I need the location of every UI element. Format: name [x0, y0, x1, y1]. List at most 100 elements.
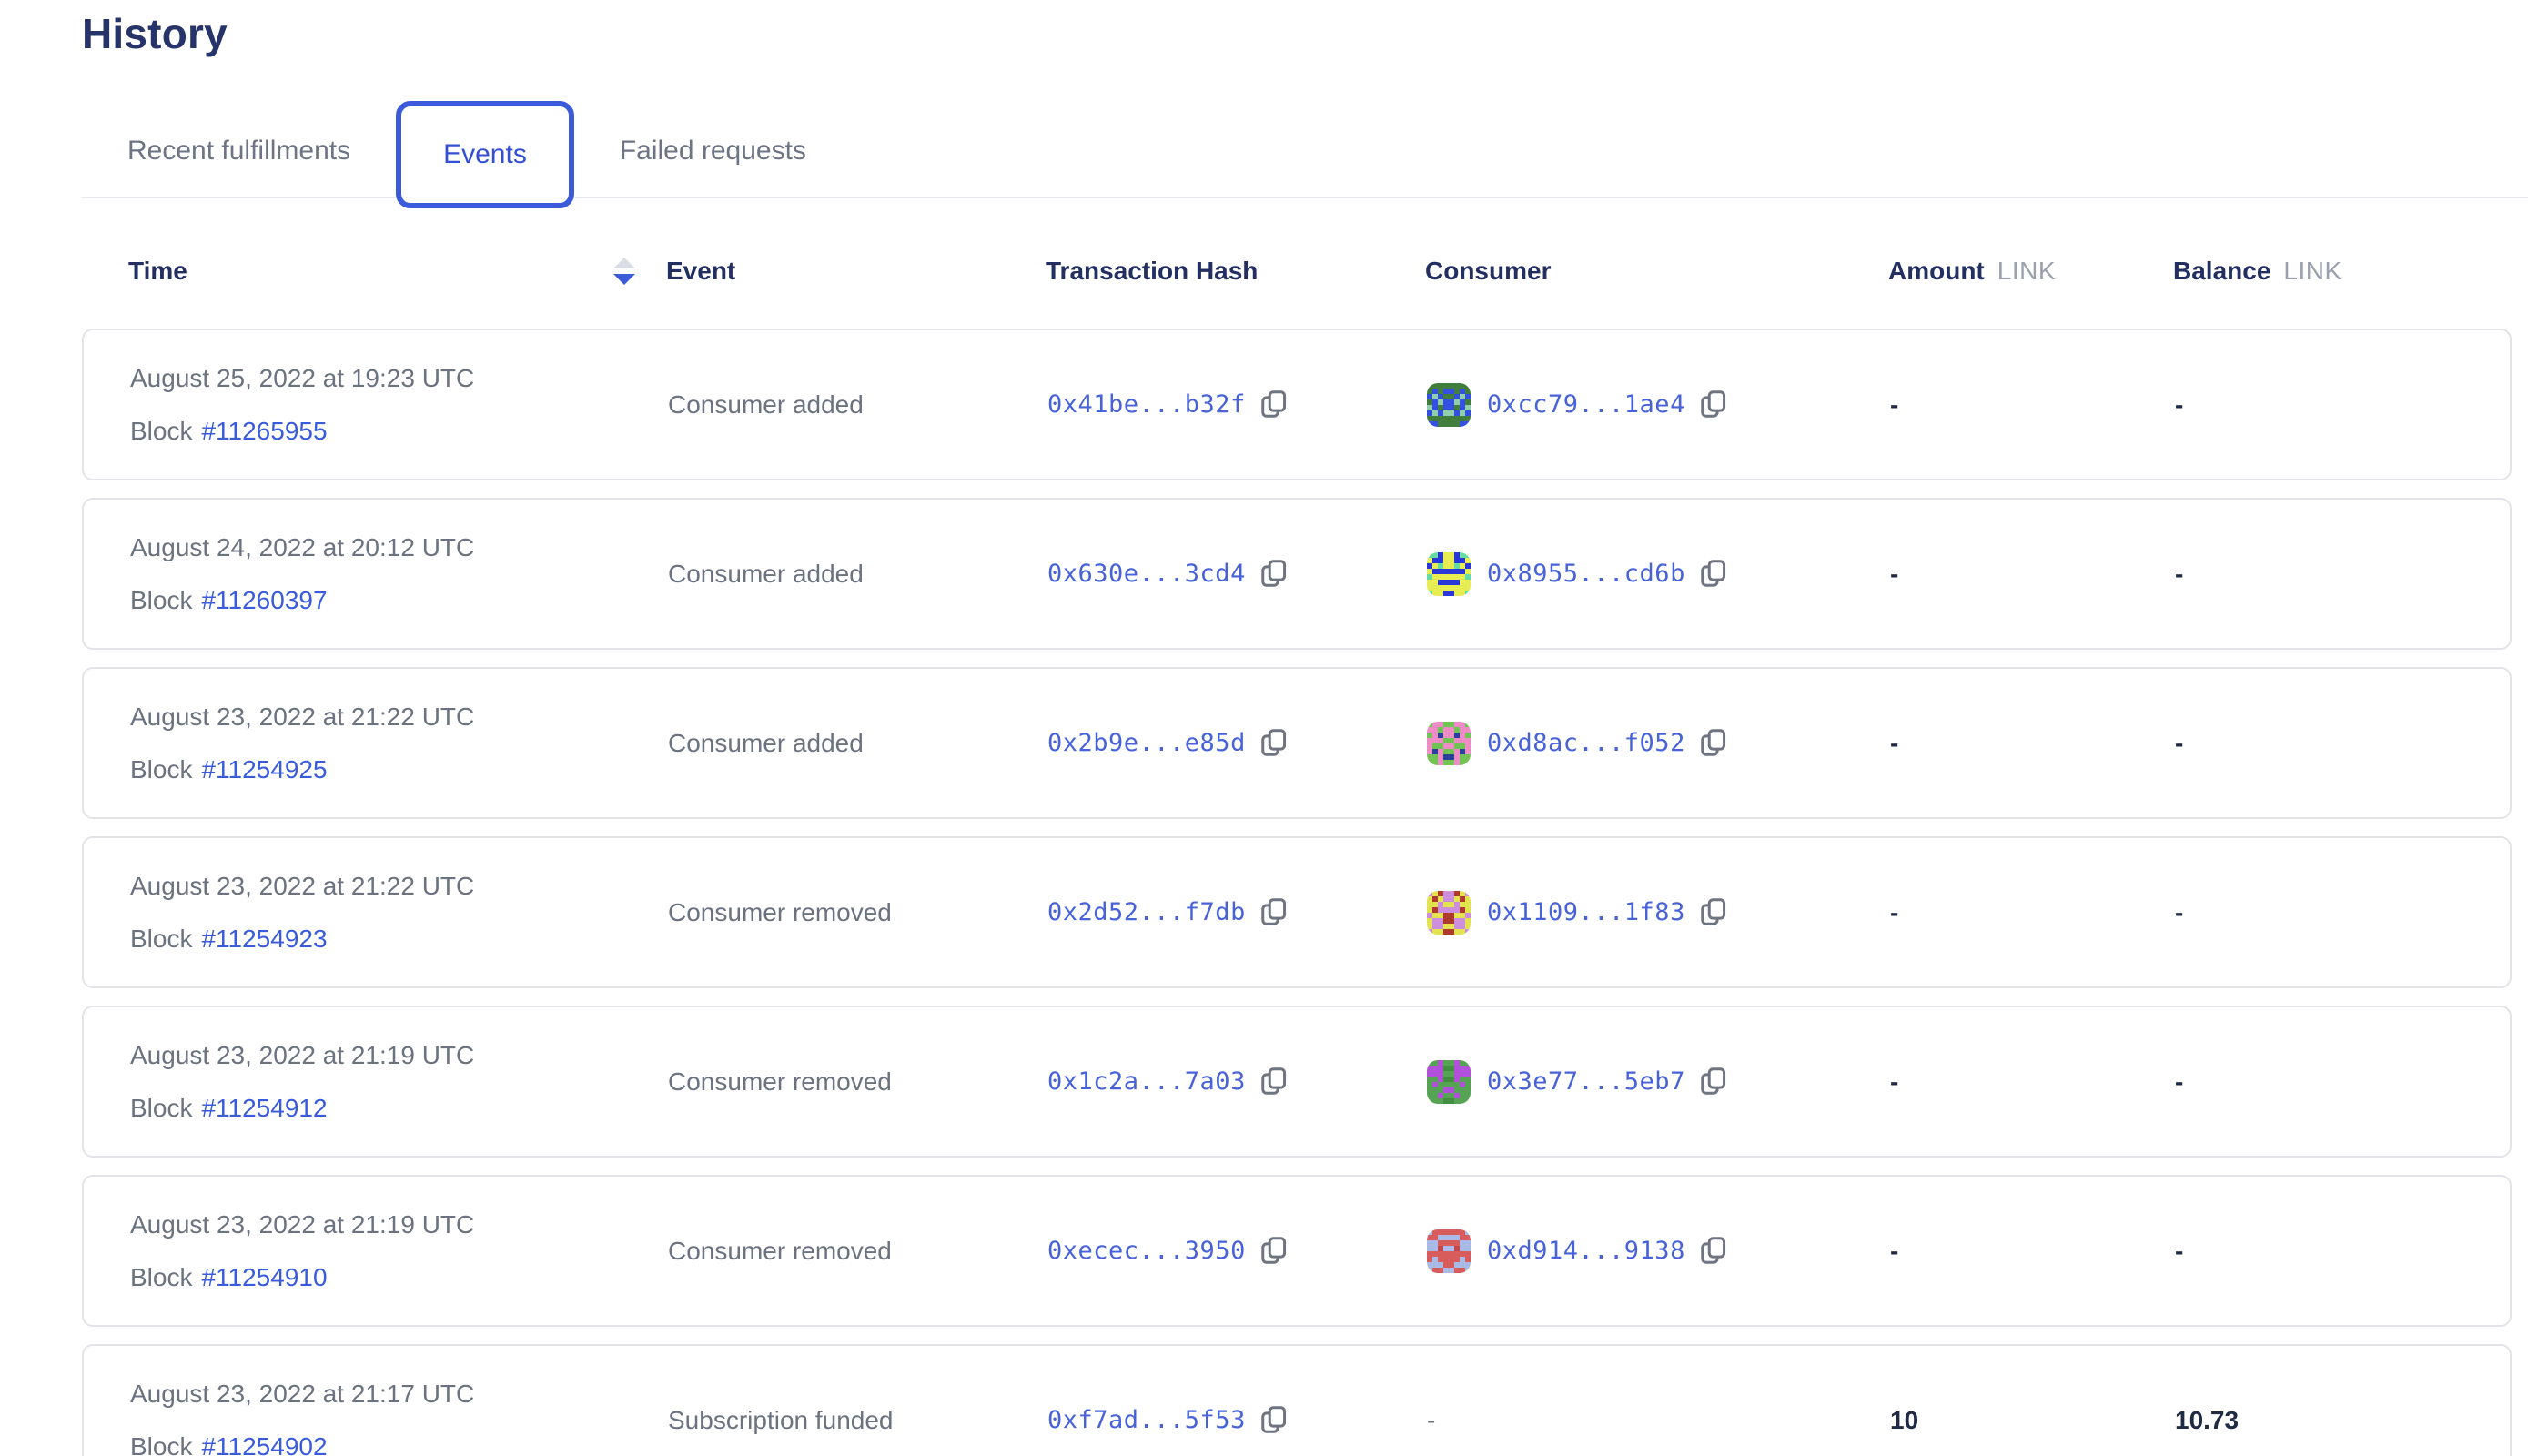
- consumer-empty: -: [1427, 1406, 1435, 1435]
- consumer-address-link[interactable]: 0xd8ac...f052: [1487, 729, 1685, 757]
- table-row: August 23, 2022 at 21:22 UTC Block #1125…: [82, 836, 2512, 988]
- block-number-link[interactable]: #11265955: [201, 417, 327, 446]
- consumer-cell: 0xd8ac...f052: [1427, 722, 1890, 765]
- transaction-hash-cell: 0xf7ad...5f53: [1047, 1405, 1427, 1436]
- column-header-consumer: Consumer: [1425, 257, 1888, 286]
- row-amount: -: [1890, 898, 2175, 927]
- row-balance: -: [2175, 1237, 2510, 1266]
- time-cell: August 23, 2022 at 21:19 UTC Block #1125…: [130, 1210, 668, 1292]
- consumer-cell: 0xd914...9138: [1427, 1229, 1890, 1273]
- row-amount: -: [1890, 729, 2175, 758]
- transaction-hash-cell: 0xecec...3950: [1047, 1236, 1427, 1267]
- transaction-hash-link[interactable]: 0x2d52...f7db: [1047, 898, 1246, 926]
- copy-icon[interactable]: [1260, 559, 1288, 590]
- transaction-hash-link[interactable]: 0xecec...3950: [1047, 1237, 1246, 1265]
- copy-icon[interactable]: [1260, 1405, 1288, 1436]
- row-timestamp: August 23, 2022 at 21:17 UTC: [130, 1380, 474, 1409]
- consumer-address-link[interactable]: 0x1109...1f83: [1487, 898, 1685, 926]
- copy-icon[interactable]: [1700, 728, 1727, 759]
- row-block: Block #11254902: [130, 1432, 328, 1456]
- consumer-cell: 0x1109...1f83: [1427, 891, 1890, 935]
- row-timestamp: August 23, 2022 at 21:19 UTC: [130, 1041, 474, 1070]
- row-balance: -: [2175, 390, 2510, 420]
- row-block: Block #11254910: [130, 1263, 328, 1292]
- copy-icon[interactable]: [1260, 897, 1288, 928]
- row-amount: -: [1890, 390, 2175, 420]
- consumer-cell: 0xcc79...1ae4: [1427, 383, 1890, 427]
- transaction-hash-link[interactable]: 0x2b9e...e85d: [1047, 729, 1246, 757]
- consumer-address-link[interactable]: 0x8955...cd6b: [1487, 560, 1685, 588]
- block-label: Block: [130, 1263, 192, 1292]
- column-header-transaction-hash: Transaction Hash: [1046, 257, 1425, 286]
- consumer-address-link[interactable]: 0x3e77...5eb7: [1487, 1067, 1685, 1096]
- block-label: Block: [130, 925, 192, 954]
- sort-descending-icon[interactable]: [612, 256, 637, 287]
- copy-icon[interactable]: [1700, 1067, 1727, 1097]
- consumer-avatar: [1427, 722, 1471, 765]
- tab-recent-fulfillments[interactable]: Recent fulfillments: [82, 136, 396, 167]
- consumer-avatar: [1427, 1060, 1471, 1104]
- tab-failed-requests[interactable]: Failed requests: [574, 136, 852, 167]
- time-cell: August 24, 2022 at 20:12 UTC Block #1126…: [130, 533, 668, 615]
- row-balance: -: [2175, 729, 2510, 758]
- consumer-avatar: [1427, 552, 1471, 596]
- block-label: Block: [130, 1094, 192, 1123]
- block-number-link[interactable]: #11254902: [201, 1432, 327, 1456]
- balance-unit-label: LINK: [2283, 257, 2341, 286]
- block-label: Block: [130, 755, 192, 784]
- row-balance: -: [2175, 1067, 2510, 1097]
- transaction-hash-link[interactable]: 0xf7ad...5f53: [1047, 1406, 1246, 1434]
- block-number-link[interactable]: #11254910: [201, 1263, 327, 1292]
- row-timestamp: August 23, 2022 at 21:22 UTC: [130, 872, 474, 901]
- consumer-avatar: [1427, 891, 1471, 935]
- transaction-hash-cell: 0x630e...3cd4: [1047, 559, 1427, 590]
- table-row: August 23, 2022 at 21:17 UTC Block #1125…: [82, 1344, 2512, 1456]
- transaction-hash-cell: 0x41be...b32f: [1047, 389, 1427, 420]
- row-balance: 10.73: [2175, 1406, 2510, 1435]
- consumer-cell: -: [1427, 1406, 1890, 1435]
- column-header-time[interactable]: Time: [128, 256, 666, 287]
- table-row: August 25, 2022 at 19:23 UTC Block #1126…: [82, 329, 2512, 480]
- column-header-event: Event: [666, 257, 1046, 286]
- copy-icon[interactable]: [1700, 559, 1727, 590]
- transaction-hash-link[interactable]: 0x1c2a...7a03: [1047, 1067, 1246, 1096]
- row-block: Block #11254925: [130, 755, 328, 784]
- copy-icon[interactable]: [1700, 1236, 1727, 1267]
- block-number-link[interactable]: #11254912: [201, 1094, 327, 1123]
- table-row: August 23, 2022 at 21:19 UTC Block #1125…: [82, 1006, 2512, 1158]
- column-header-balance: Balance LINK: [2173, 257, 2512, 286]
- row-amount: 10: [1890, 1406, 2175, 1435]
- row-event: Consumer added: [668, 729, 1047, 758]
- consumer-address-link[interactable]: 0xd914...9138: [1487, 1237, 1685, 1265]
- block-number-link[interactable]: #11260397: [201, 586, 327, 615]
- consumer-address-link[interactable]: 0xcc79...1ae4: [1487, 390, 1685, 419]
- column-header-amount: Amount LINK: [1888, 257, 2173, 286]
- tab-events[interactable]: Events: [396, 101, 574, 208]
- block-number-link[interactable]: #11254923: [201, 925, 327, 954]
- row-timestamp: August 24, 2022 at 20:12 UTC: [130, 533, 474, 562]
- transaction-hash-link[interactable]: 0x41be...b32f: [1047, 390, 1246, 419]
- copy-icon[interactable]: [1260, 1236, 1288, 1267]
- copy-icon[interactable]: [1260, 389, 1288, 420]
- row-block: Block #11254923: [130, 925, 328, 954]
- time-cell: August 23, 2022 at 21:17 UTC Block #1125…: [130, 1380, 668, 1456]
- row-block: Block #11260397: [130, 586, 328, 615]
- transaction-hash-cell: 0x2d52...f7db: [1047, 897, 1427, 928]
- block-label: Block: [130, 586, 192, 615]
- time-cell: August 23, 2022 at 21:19 UTC Block #1125…: [130, 1041, 668, 1123]
- copy-icon[interactable]: [1700, 389, 1727, 420]
- row-timestamp: August 23, 2022 at 21:19 UTC: [130, 1210, 474, 1239]
- history-page: History Recent fulfillments Events Faile…: [0, 0, 2528, 1456]
- copy-icon[interactable]: [1260, 1067, 1288, 1097]
- row-event: Subscription funded: [668, 1406, 1047, 1435]
- row-timestamp: August 23, 2022 at 21:22 UTC: [130, 703, 474, 732]
- transaction-hash-link[interactable]: 0x630e...3cd4: [1047, 560, 1246, 588]
- row-amount: -: [1890, 1237, 2175, 1266]
- consumer-cell: 0x8955...cd6b: [1427, 552, 1890, 596]
- time-cell: August 25, 2022 at 19:23 UTC Block #1126…: [130, 364, 668, 446]
- row-block: Block #11254912: [130, 1094, 328, 1123]
- row-block: Block #11265955: [130, 417, 328, 446]
- copy-icon[interactable]: [1700, 897, 1727, 928]
- copy-icon[interactable]: [1260, 728, 1288, 759]
- block-number-link[interactable]: #11254925: [201, 755, 327, 784]
